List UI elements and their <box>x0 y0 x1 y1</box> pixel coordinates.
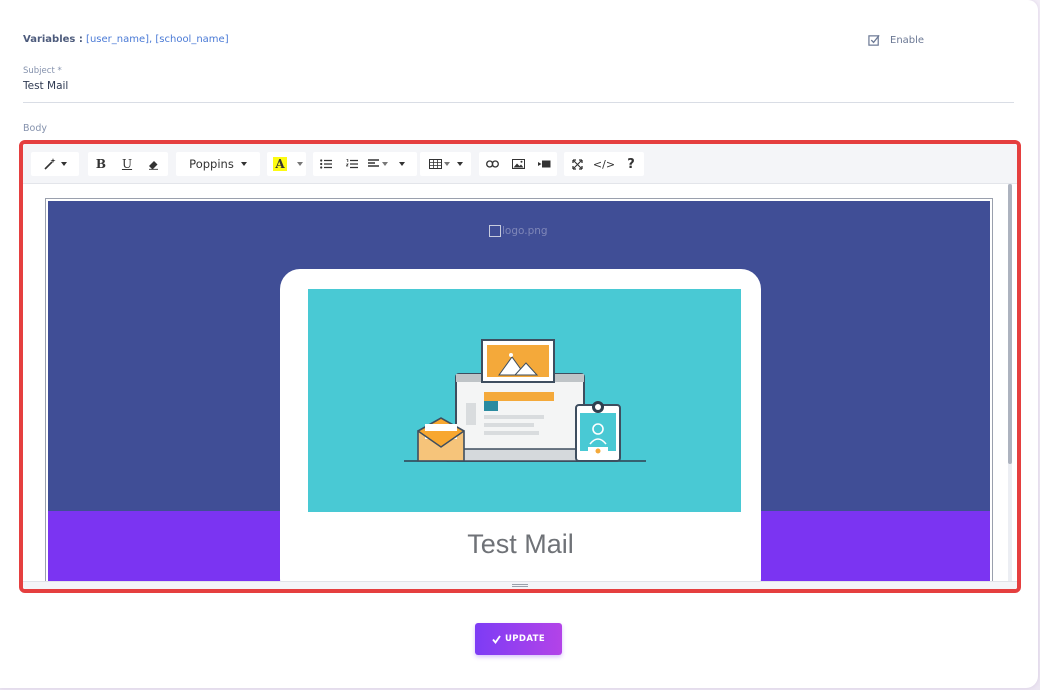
font-family-dropdown[interactable]: Poppins <box>176 152 260 176</box>
chevron-down-icon <box>240 162 247 166</box>
font-color-button[interactable]: A <box>267 152 293 176</box>
update-button[interactable]: UPDATE <box>475 623 562 655</box>
link-icon <box>485 160 499 168</box>
picture-button[interactable] <box>505 152 531 176</box>
template-editor-card: Variables : [user_name], [school_name] E… <box>0 0 1038 688</box>
chevron-down-icon <box>456 162 463 166</box>
subject-underline <box>23 102 1014 103</box>
underline-button[interactable]: U <box>114 152 140 176</box>
chevron-down-icon <box>443 162 450 166</box>
align-button[interactable] <box>365 152 391 176</box>
logo-alt-text: logo.png <box>502 225 548 237</box>
scrollbar-thumb[interactable] <box>1008 184 1012 464</box>
link-button[interactable] <box>479 152 505 176</box>
chevron-down-icon <box>296 162 303 166</box>
paragraph-group <box>313 152 417 176</box>
bold-button[interactable]: B <box>88 152 114 176</box>
magic-style-button[interactable] <box>31 152 79 176</box>
grip-icon <box>512 584 528 587</box>
picture-icon <box>511 159 525 169</box>
variables-row: Variables : [user_name], [school_name] <box>23 34 229 45</box>
variables-label: Variables : <box>23 34 83 45</box>
font-style-group: B U <box>88 152 168 176</box>
email-title: Test Mail <box>467 529 574 559</box>
variables-values: [user_name], [school_name] <box>86 34 229 45</box>
editor-scrollbar[interactable] <box>1008 184 1012 584</box>
font-family-value: Poppins <box>189 157 234 171</box>
font-color-dropdown[interactable] <box>293 152 306 176</box>
table-icon <box>428 159 442 169</box>
eraser-icon <box>148 160 158 170</box>
body-label: Body <box>23 123 47 134</box>
chevron-down-icon <box>61 162 67 166</box>
font-color-icon: A <box>273 157 287 171</box>
font-family-group: Poppins <box>176 152 260 176</box>
style-group <box>31 152 79 176</box>
hero-image[interactable] <box>308 289 741 512</box>
video-icon <box>537 160 550 168</box>
ordered-list-icon <box>346 159 358 169</box>
rich-text-editor: B U Poppins A </> ? logo.png Test Mail <box>19 140 1021 593</box>
email-template-preview: logo.png Test Mail <box>45 198 993 588</box>
color-group: A <box>267 152 306 176</box>
editor-toolbar: B U Poppins A </> ? <box>23 144 1017 184</box>
help-button[interactable]: ? <box>618 152 644 176</box>
subject-input[interactable]: Test Mail <box>23 80 68 92</box>
email-devices-illustration-icon <box>404 339 646 462</box>
checkbox-checked-icon[interactable] <box>868 34 881 47</box>
fullscreen-icon <box>571 158 583 170</box>
subject-label: Subject * <box>23 66 62 76</box>
video-button[interactable] <box>531 152 557 176</box>
clear-format-button[interactable] <box>140 152 166 176</box>
unordered-list-icon <box>320 159 332 169</box>
table-group <box>420 152 471 176</box>
magic-icon <box>44 158 56 170</box>
chevron-down-icon <box>399 162 405 166</box>
unordered-list-button[interactable] <box>313 152 339 176</box>
fullscreen-button[interactable] <box>564 152 590 176</box>
update-button-label: UPDATE <box>504 634 546 644</box>
view-group: </> ? <box>564 152 644 176</box>
align-icon <box>368 159 379 167</box>
broken-image-icon <box>489 225 501 237</box>
insert-group <box>479 152 557 176</box>
enable-toggle[interactable]: Enable <box>868 34 924 47</box>
code-view-button[interactable]: </> <box>590 152 618 176</box>
check-icon <box>492 634 501 644</box>
editor-content-area[interactable]: logo.png Test Mail <box>23 184 1017 589</box>
email-content-card: Test Mail <box>280 269 761 587</box>
chevron-down-icon <box>382 162 388 166</box>
enable-label: Enable <box>890 35 925 46</box>
paragraph-dropdown[interactable] <box>391 152 413 176</box>
logo-image-placeholder[interactable]: logo.png <box>489 225 548 237</box>
editor-resize-handle[interactable] <box>23 581 1017 589</box>
table-button[interactable] <box>420 152 471 176</box>
ordered-list-button[interactable] <box>339 152 365 176</box>
